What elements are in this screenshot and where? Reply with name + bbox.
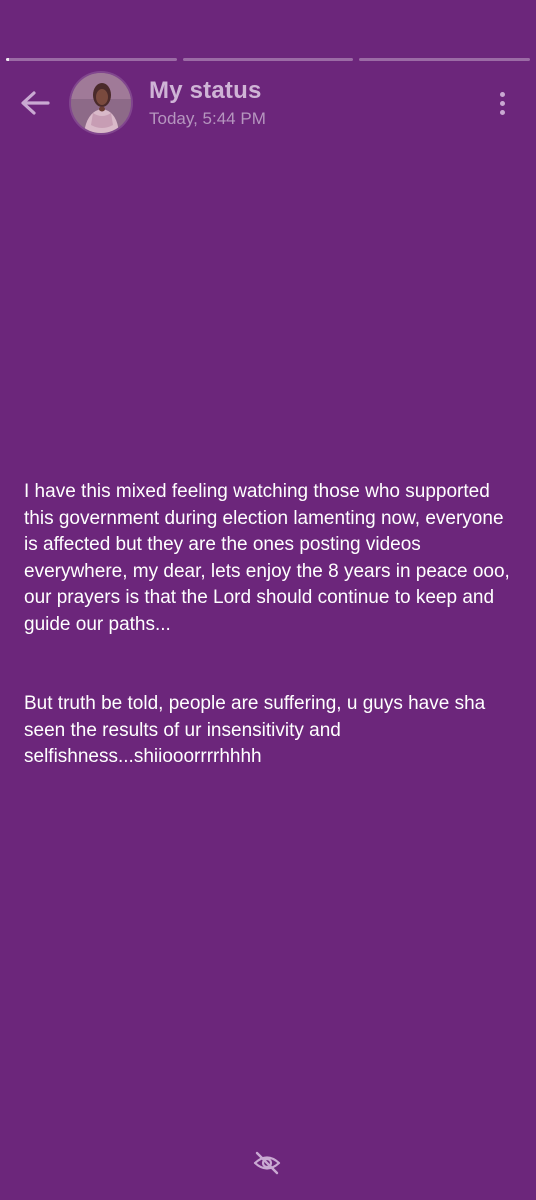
status-timestamp: Today, 5:44 PM — [149, 109, 266, 128]
progress-fill-1 — [6, 58, 10, 61]
status-owner-title: My status — [149, 77, 262, 104]
status-progress-bar — [6, 58, 531, 62]
status-header: My status Today, 5:44 PM — [0, 72, 536, 136]
status-paragraph-1: I have this mixed feeling watching those… — [24, 481, 510, 635]
menu-dot — [499, 100, 505, 106]
menu-dot — [499, 91, 505, 97]
more-options-button[interactable] — [488, 88, 516, 118]
arrow-left-icon — [21, 91, 50, 115]
menu-dot — [499, 109, 505, 115]
back-button[interactable] — [14, 84, 56, 122]
progress-segment-1 — [6, 58, 177, 61]
title-block: My status Today, 5:44 PM — [149, 76, 266, 130]
status-text-body: I have this mixed feeling watching those… — [24, 479, 512, 771]
viewers-button[interactable] — [252, 1148, 282, 1178]
avatar-image — [71, 73, 131, 133]
avatar[interactable] — [71, 73, 131, 133]
eye-off-icon — [253, 1151, 281, 1175]
progress-segment-3 — [359, 58, 531, 61]
progress-segment-2 — [182, 58, 354, 61]
status-paragraph-2: But truth be told, people are suffering,… — [24, 693, 486, 767]
